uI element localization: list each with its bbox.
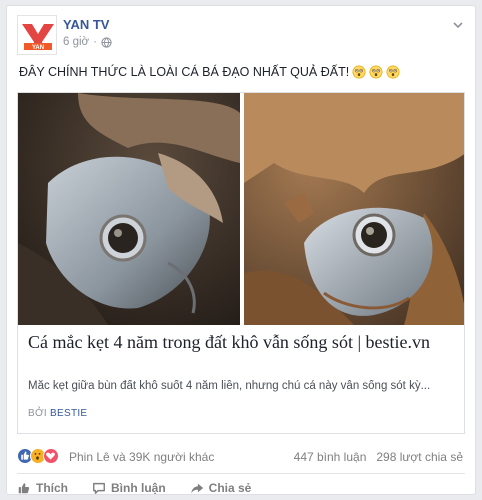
astonished-face-icon <box>369 65 383 79</box>
page-avatar[interactable]: YAN <box>17 15 57 55</box>
share-arrow-icon <box>190 483 203 494</box>
like-label: Thích <box>36 481 68 495</box>
post-text: ĐÂY CHÍNH THỨC LÀ LOÀI CÁ BÁ ĐẠO NHẤT QU… <box>19 65 465 79</box>
action-bar: Thích Bình luận Chia sẻ <box>17 479 465 497</box>
link-body[interactable]: Cá mắc kẹt 4 năm trong đất khô vẫn sống … <box>18 325 464 433</box>
reaction-icons[interactable] <box>17 448 59 464</box>
chevron-down-icon[interactable] <box>451 18 465 32</box>
share-count[interactable]: 298 lượt chia sẻ <box>376 450 463 464</box>
astonished-face-icon <box>386 65 400 79</box>
comment-icon <box>93 482 105 494</box>
share-label: Chia sẻ <box>208 481 252 495</box>
post-text-content: ĐÂY CHÍNH THỨC LÀ LOÀI CÁ BÁ ĐẠO NHẤT QU… <box>19 65 350 79</box>
link-source-prefix: BỞI <box>28 408 47 419</box>
share-button[interactable]: Chia sẻ <box>190 479 252 497</box>
link-photo-right[interactable] <box>244 93 465 325</box>
thumbs-up-icon <box>18 483 30 494</box>
yan-logo-icon: YAN <box>18 16 56 54</box>
avatar-logo-text: YAN <box>32 45 44 51</box>
reaction-names[interactable]: Phin Lê và 39K người khác <box>69 450 214 464</box>
love-reaction-icon <box>43 448 59 464</box>
link-title[interactable]: Cá mắc kẹt 4 năm trong đất khô vẫn sống … <box>28 332 456 353</box>
link-source: BỞI BESTIE <box>28 408 87 419</box>
comment-button[interactable]: Bình luận <box>92 479 166 497</box>
link-preview[interactable]: Cá mắc kẹt 4 năm trong đất khô vẫn sống … <box>17 92 465 434</box>
comment-label: Bình luận <box>111 481 166 495</box>
reactions-bar: Phin Lê và 39K người khác 447 bình luận … <box>17 447 467 467</box>
engagement-counts: 447 bình luận 298 lượt chia sẻ <box>294 450 463 464</box>
like-button[interactable]: Thích <box>17 479 68 497</box>
page-name-link[interactable]: YAN TV <box>63 17 109 32</box>
astonished-face-icon <box>352 65 366 79</box>
link-photo-left[interactable] <box>18 93 240 325</box>
link-description: Mắc kẹt giữa bùn đất khô suốt 4 năm liền… <box>28 380 431 392</box>
post-time[interactable]: 6 giờ <box>63 36 89 48</box>
globe-icon <box>101 36 112 48</box>
meta-separator: · <box>93 36 97 48</box>
post-meta: 6 giờ · <box>63 36 112 48</box>
comment-count[interactable]: 447 bình luận <box>294 450 367 464</box>
action-divider <box>17 473 465 474</box>
link-source-name[interactable]: BESTIE <box>50 408 87 419</box>
post-card: YAN YAN TV 6 giờ · ĐÂY CHÍNH THỨC LÀ LOÀ… <box>6 5 476 495</box>
